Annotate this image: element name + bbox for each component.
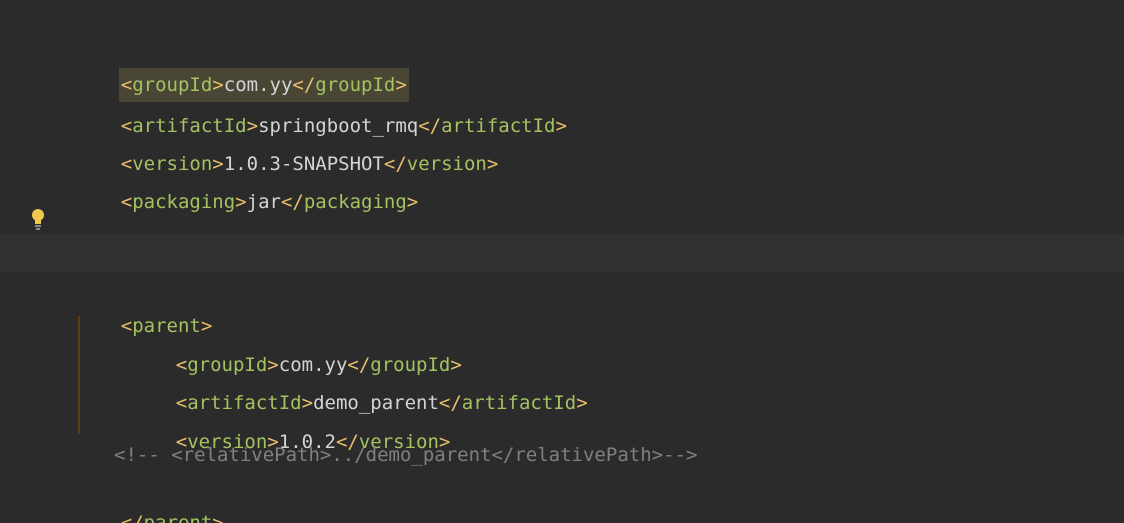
code-line-groupid[interactable]: <groupId>com.yy</groupId> [73,38,409,102]
code-line-packaging[interactable]: <packaging>jar</packaging> [75,157,418,213]
caret-line-highlight [0,234,1124,272]
code-line-parent-artifactid[interactable]: <artifactId>demo_parent</artifactId> [130,358,588,414]
code-line-version[interactable]: <version>1.0.3-SNAPSHOT</version> [75,119,499,175]
code-line-parent-groupid[interactable]: <groupId>com.yy</groupId> [130,320,462,376]
code-line-parent-version[interactable]: <version>1.0.2</version> [130,397,451,453]
code-line-artifactid[interactable]: <artifactId>springboot_rmq</artifactId> [75,81,567,137]
code-line-comment[interactable]: <!-- <relativePath>../demo_parent</relat… [114,440,697,470]
lightbulb-icon[interactable] [31,208,45,236]
code-line-parent-open[interactable]: <parent> [75,281,213,337]
code-editor[interactable]: <groupId>com.yy</groupId> <artifactId>sp… [0,0,1124,523]
code-line-parent-close[interactable]: </parent> [75,478,224,523]
